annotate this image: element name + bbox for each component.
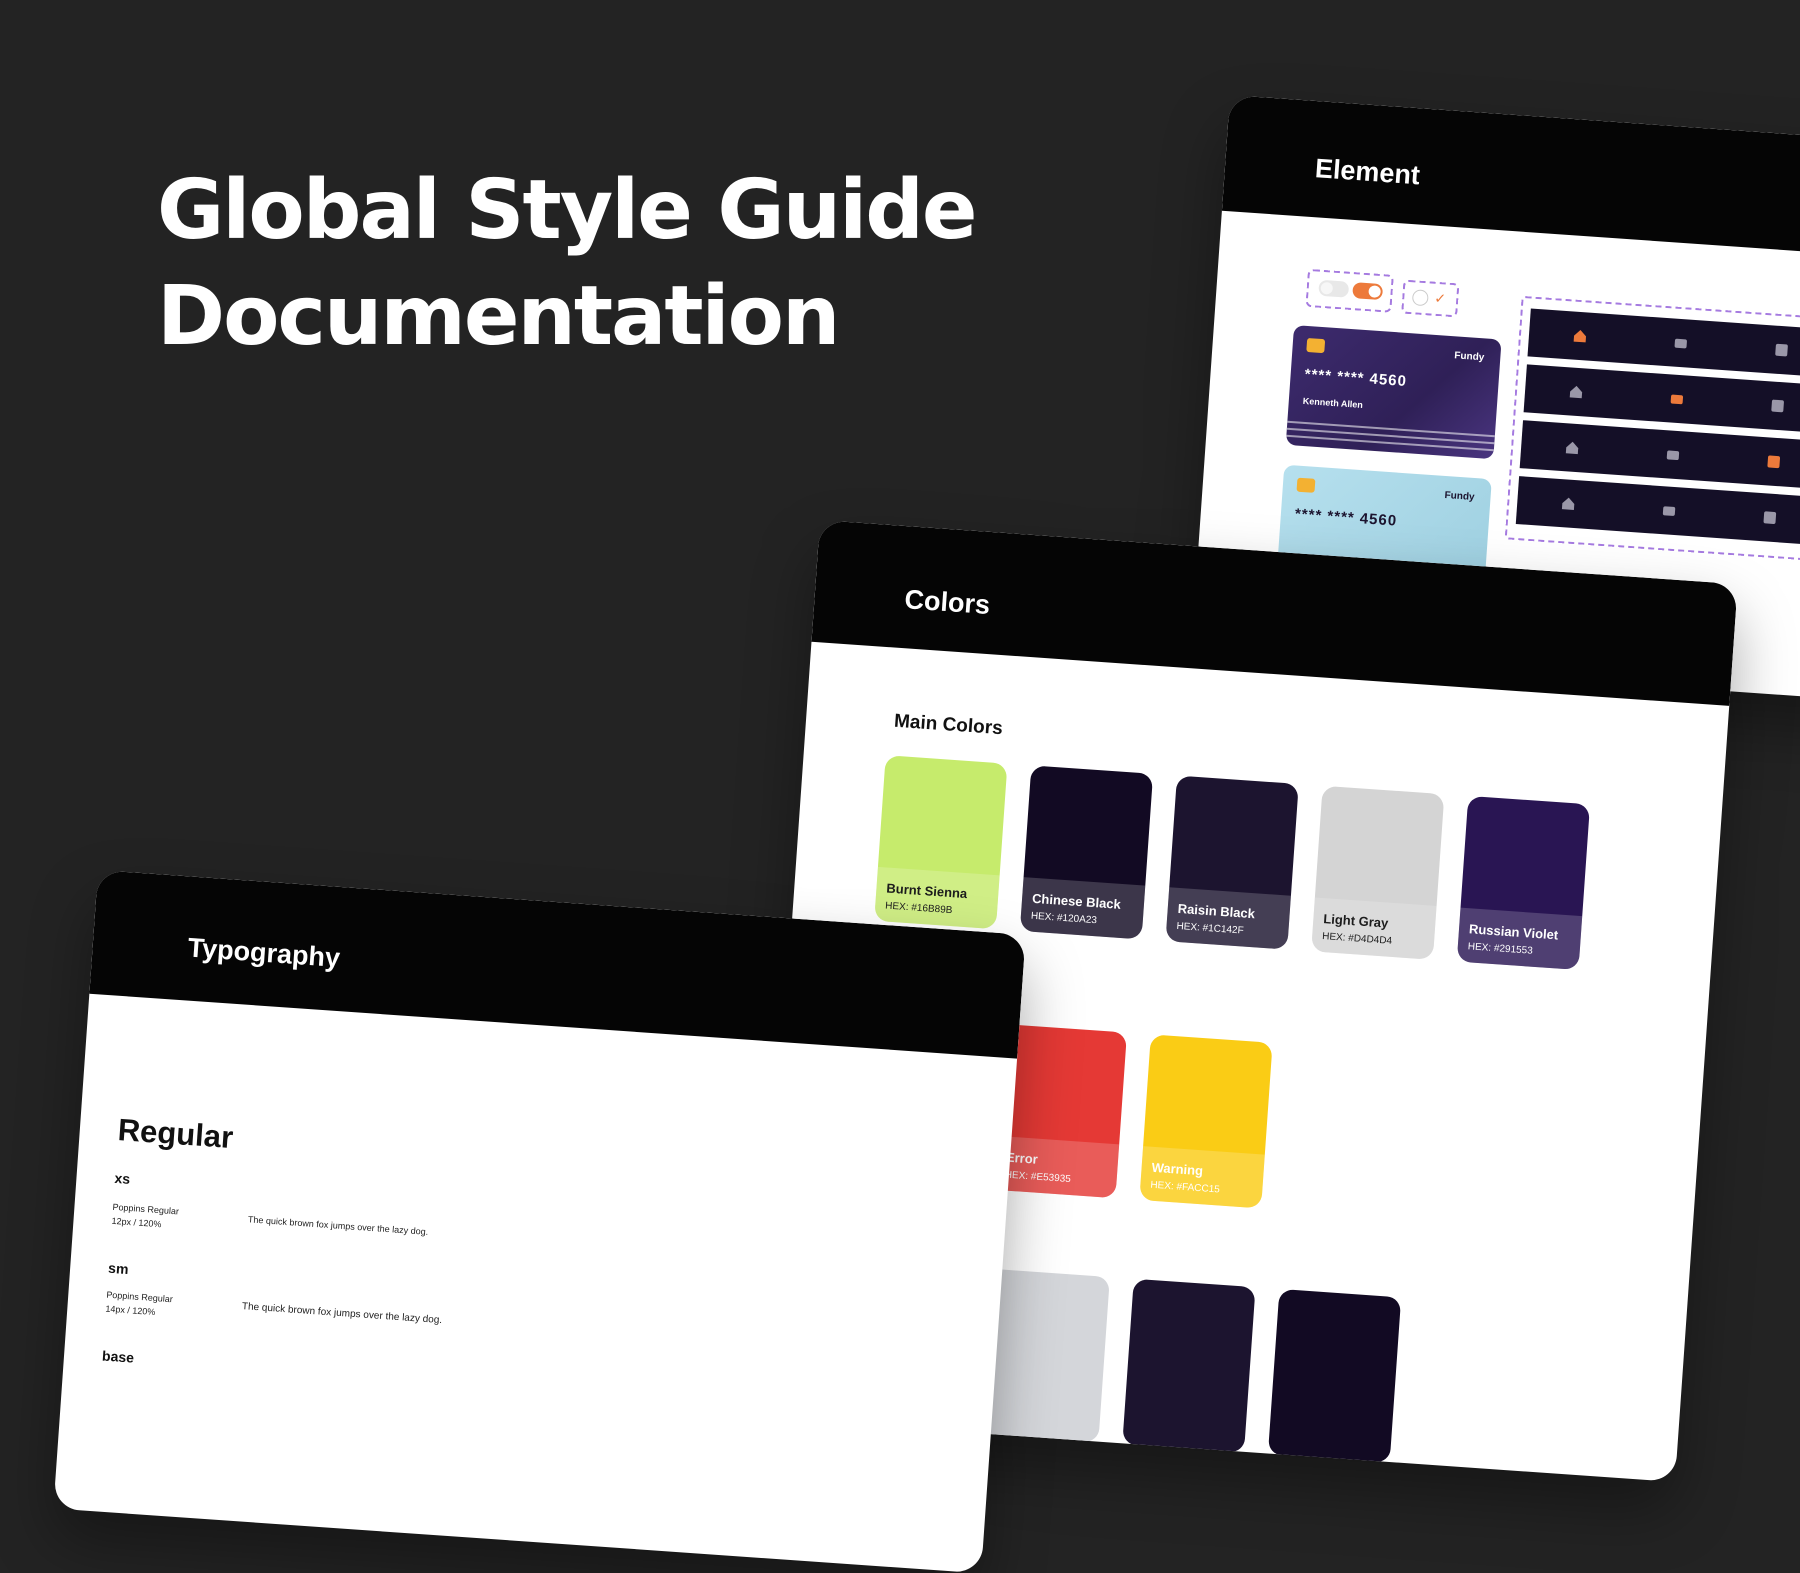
typography-panel: Typography Regular xs Poppins Regular 12… [53,870,1026,1573]
swatch-partial-black[interactable] [1267,1288,1402,1464]
hero-title-line-1: Global Style Guide [157,163,978,258]
typography-panel-title: Typography [186,932,342,974]
sample-text-sm: The quick brown fox jumps over the lazy … [241,1301,443,1327]
card-chip-icon [1296,477,1316,493]
toggle-off[interactable] [1318,279,1350,298]
wallet-icon[interactable] [1665,447,1680,462]
card-brand: Fundy [1453,350,1485,364]
nav-bar-variants [1504,295,1800,569]
main-colors-title: Main Colors [893,710,1004,740]
chart-icon[interactable] [1766,454,1781,469]
check-icon[interactable]: ✓ [1434,290,1447,308]
home-icon[interactable] [1564,440,1579,455]
size-label-base: base [101,1347,135,1366]
font-spec: 12px / 120% [111,1215,162,1230]
size-label-xs: xs [114,1169,131,1187]
size-label-sm: sm [107,1259,130,1278]
swatch-burnt-sienna[interactable]: Burnt Sienna HEX: #16B89B [874,755,1008,930]
sample-text-xs: The quick brown fox jumps over the lazy … [247,1214,429,1237]
payment-card-1[interactable]: Fundy **** **** 4560 Kenneth Allen [1285,325,1502,460]
hero-title: Global Style Guide Documentation [157,158,978,370]
card-holder: Kenneth Allen [1302,395,1364,411]
card-number: **** **** 4560 [1294,505,1398,530]
wallet-icon[interactable] [1661,503,1676,518]
chart-icon[interactable] [1762,510,1777,525]
hero-title-line-2: Documentation [157,269,840,364]
colors-panel-title: Colors [903,584,992,621]
font-name: Poppins Regular [106,1289,174,1305]
chart-icon[interactable] [1770,398,1785,413]
home-icon[interactable] [1568,384,1583,399]
swatch-chinese-black[interactable]: Chinese Black HEX: #120A23 [1019,765,1154,940]
card-chip-icon [1306,337,1326,354]
card-brand: Fundy [1444,489,1475,504]
nav-bar-user-active [1515,476,1800,553]
swatch-light-gray[interactable]: Light Gray HEX: #D4D4D4 [1311,785,1445,960]
font-spec: 14px / 120% [105,1303,156,1318]
font-name: Poppins Regular [112,1201,180,1217]
card-number: **** **** 4560 [1304,365,1408,391]
swatch-warning[interactable]: Warning HEX: #FACC15 [1139,1034,1273,1209]
checkbox-variants: ✓ [1401,279,1460,318]
swatch-raisin-black[interactable]: Raisin Black HEX: #1C142F [1165,775,1299,950]
swatch-partial-dark[interactable] [1122,1278,1256,1453]
toggle-on[interactable] [1352,282,1384,301]
checkbox-unchecked[interactable] [1411,289,1429,307]
wallet-icon[interactable] [1669,391,1684,406]
weight-heading: Regular [116,1112,235,1156]
element-panel-title: Element [1314,153,1421,191]
element-panel-header: Element [1221,95,1800,260]
wallet-icon[interactable] [1673,336,1688,351]
swatch-russian-violet[interactable]: Russian Violet HEX: #291553 [1456,795,1591,971]
home-icon[interactable] [1560,496,1575,511]
chart-icon[interactable] [1774,343,1789,358]
home-icon[interactable] [1572,328,1587,343]
toggle-variants [1305,268,1394,313]
